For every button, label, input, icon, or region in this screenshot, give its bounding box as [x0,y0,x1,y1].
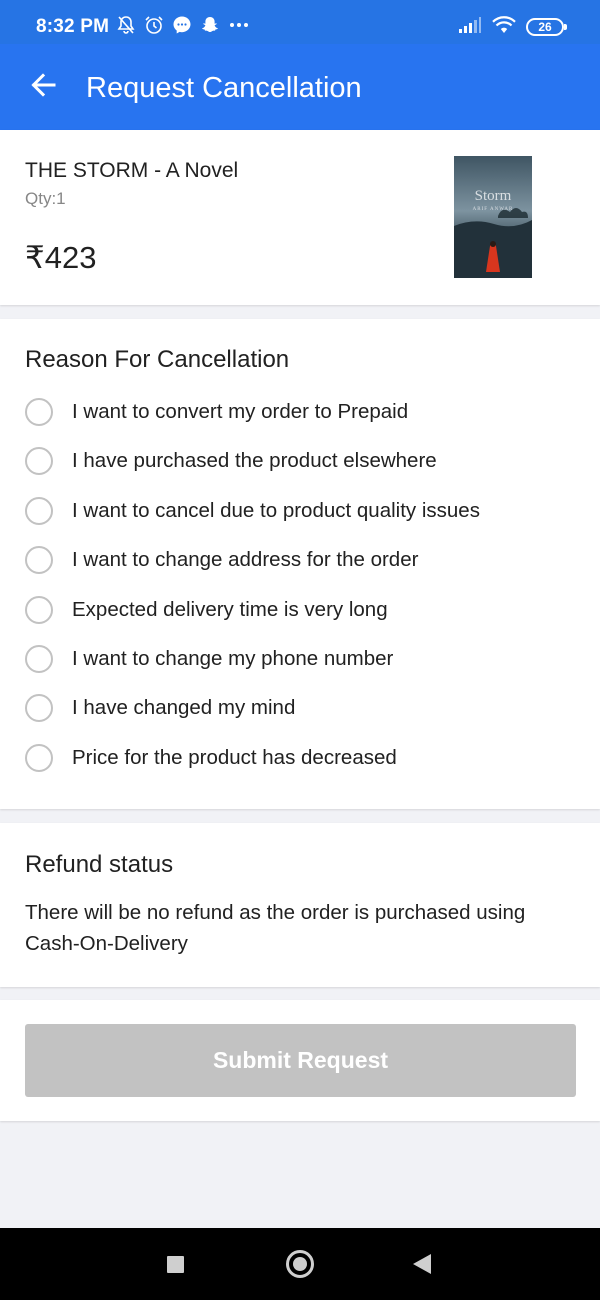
back-triangle-icon[interactable] [413,1254,431,1274]
reason-label: Price for the product has decreased [72,746,397,769]
reason-label: I want to change my phone number [72,647,394,670]
reason-label: I want to change address for the order [72,548,419,571]
recent-apps-icon[interactable] [167,1256,184,1273]
more-dots-icon [228,15,250,40]
notification-icons [116,15,250,39]
snapchat-icon [200,15,220,40]
radio-button[interactable] [25,694,53,722]
bell-off-icon [116,15,136,40]
refund-status-card: Refund status There will be no refund as… [0,823,600,987]
alarm-icon [144,15,164,40]
radio-button[interactable] [25,645,53,673]
reason-option[interactable]: I want to cancel due to product quality … [0,488,600,534]
wifi-icon [492,15,516,40]
radio-button[interactable] [25,398,53,426]
reason-option[interactable]: I want to convert my order to Prepaid [0,389,600,435]
reason-label: I want to cancel due to product quality … [72,499,480,522]
reason-option[interactable]: I have changed my mind [0,685,600,731]
reason-label: Expected delivery time is very long [72,598,388,621]
app-bar: Request Cancellation [0,44,600,130]
product-image: Storm ARIF ANWAR [454,156,532,278]
product-name: THE STORM - A Novel [25,159,239,182]
cover-author: ARIF ANWAR [473,207,514,212]
cover-title: Storm [475,188,512,204]
signal-icon [458,15,482,40]
cancellation-reason-card: Reason For Cancellation I want to conver… [0,319,600,809]
product-price: ₹423 [25,240,97,275]
reason-label: I have changed my mind [72,696,296,719]
reason-label: I have purchased the product elsewhere [72,449,437,472]
radio-button[interactable] [25,546,53,574]
back-button[interactable] [22,66,64,108]
messenger-icon [172,15,192,40]
radio-button[interactable] [25,447,53,475]
reason-option[interactable]: I want to change address for the order [0,537,600,583]
reason-label: I want to convert my order to Prepaid [72,400,409,423]
status-time: 8:32 PM [36,16,110,37]
submit-section: Submit Request [0,1000,600,1121]
home-icon[interactable] [286,1250,314,1278]
submit-request-button[interactable]: Submit Request [25,1024,576,1097]
reason-option[interactable]: I want to change my phone number [0,636,600,682]
reason-option[interactable]: Price for the product has decreased [0,735,600,781]
page-title: Request Cancellation [86,72,362,104]
radio-button[interactable] [25,497,53,525]
radio-button[interactable] [25,596,53,624]
battery-icon: 26 [526,18,567,36]
product-card: THE STORM - A Novel Qty:1 ₹423 Storm ARI… [0,130,600,305]
reason-option[interactable]: I have purchased the product elsewhere [0,438,600,484]
reason-option[interactable]: Expected delivery time is very long [0,587,600,633]
arrow-left-icon [29,71,57,104]
reason-section-title: Reason For Cancellation [25,346,290,373]
status-bar: 8:32 PM 26 [0,0,600,44]
product-quantity: Qty:1 [25,189,66,208]
refund-message: There will be no refund as the order is … [25,901,526,955]
radio-button[interactable] [25,744,53,772]
refund-section-title: Refund status [25,851,174,878]
system-navigation-bar [0,1228,600,1300]
system-status-icons: 26 [458,15,567,40]
